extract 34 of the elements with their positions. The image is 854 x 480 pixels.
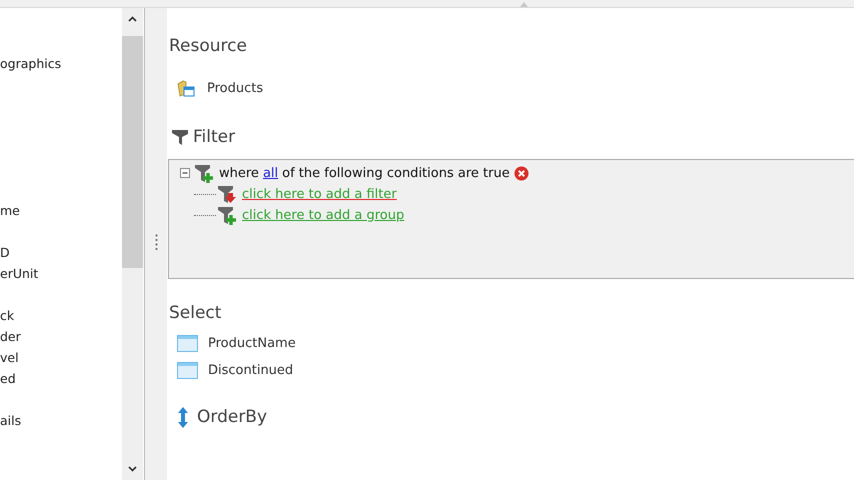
field-item[interactable]: der [0,326,122,347]
field-item[interactable]: ck [0,305,122,326]
field-item[interactable]: ed [0,368,122,389]
funnel-plus-icon [218,206,238,226]
section-heading: Resource [169,35,248,58]
scroll-down-icon[interactable] [128,466,137,472]
field-item[interactable]: ails [0,410,122,431]
column-icon [177,335,198,352]
section-heading: Select [169,302,222,325]
field-item[interactable]: erUnit [0,263,122,284]
quantifier-link[interactable]: all [262,166,278,181]
section-heading: OrderBy [197,407,268,427]
delete-icon[interactable] [514,166,529,181]
scroll-up-icon[interactable] [128,16,137,22]
field-item[interactable]: D [0,242,122,263]
column-name[interactable]: ProductName [208,336,296,351]
up-down-arrow-icon [177,406,189,428]
collapse-toggle-icon[interactable] [180,168,191,179]
scroll-thumb[interactable] [122,36,143,268]
scrollbar[interactable] [122,8,143,480]
column-name[interactable]: Discontinued [208,363,294,378]
column-icon [177,362,198,379]
section-heading: Filter [193,127,236,147]
funnel-plus-icon [195,164,215,184]
condition-text: of the following conditions are true [282,166,510,181]
splitter-grip-icon[interactable] [154,234,158,250]
field-item[interactable]: ographics [0,53,122,74]
field-item[interactable]: me [0,200,122,221]
resource-name[interactable]: Products [207,81,264,96]
funnel-icon [171,128,189,146]
funnel-arrow-icon [218,184,238,204]
field-item[interactable]: vel [0,347,122,368]
folder-table-icon [177,80,195,97]
condition-text: where [219,166,259,181]
